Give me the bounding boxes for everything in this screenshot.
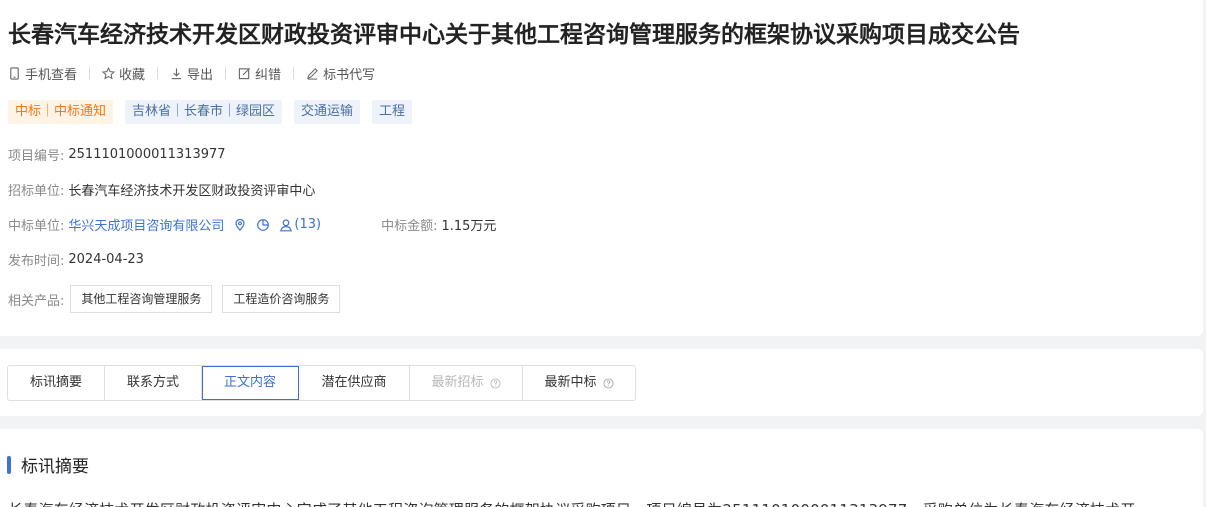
tab-card: 标讯摘要 联系方式 正文内容 潜在供应商 最新招标 最新中标: [0, 349, 1203, 416]
divider: [89, 67, 91, 79]
tenderer-value: 长春汽车经济技术开发区财政投资评审中心: [68, 184, 316, 199]
contacts-count[interactable]: (13): [294, 217, 321, 232]
tab-latest-tenders-label: 最新招标: [431, 375, 484, 390]
help-icon: [489, 377, 501, 389]
winner-label: 中标单位:: [8, 219, 65, 234]
report-error-label: 纠错: [255, 67, 282, 83]
winner-row: 中标单位: 华兴天成项目咨询有限公司 (13) 中标金额: 1.15万元: [8, 215, 496, 234]
summary-text: 长春汽车经济技术开发区财政投资评审中心完成了其他工程咨询管理服务的框架协议采购项…: [8, 499, 1136, 507]
favorite-label: 收藏: [119, 67, 146, 83]
contacts-icon[interactable]: [279, 218, 293, 232]
tab-summary[interactable]: 标讯摘要: [8, 366, 105, 400]
publish-date: 2024-04-23: [68, 252, 144, 267]
publish-label: 发布时间:: [8, 254, 65, 269]
tab-latest-tenders[interactable]: 最新招标: [410, 366, 523, 400]
tag-notice-type[interactable]: 中标｜中标通知: [8, 100, 114, 124]
export-label: 导出: [187, 67, 214, 83]
pen-icon: [307, 67, 318, 80]
mobile-view-button[interactable]: 手机查看: [8, 64, 77, 83]
notice-header-card: 长春汽车经济技术开发区财政投资评审中心关于其他工程咨询管理服务的框架协议采购项目…: [0, 0, 1203, 336]
edit-icon: [238, 67, 251, 79]
download-icon: [171, 67, 182, 79]
section-accent-bar: [7, 455, 11, 474]
tag-category[interactable]: 工程: [372, 100, 413, 124]
products-label: 相关产品:: [8, 293, 65, 309]
tag-industry[interactable]: 交通运输: [294, 100, 361, 124]
product-chip[interactable]: 其他工程咨询管理服务: [70, 285, 213, 313]
tab-bar: 标讯摘要 联系方式 正文内容 潜在供应商 最新招标 最新中标: [7, 365, 636, 401]
summary-heading: 标讯摘要: [7, 452, 89, 477]
project-no-label: 项目编号:: [8, 149, 65, 164]
divider: [293, 67, 295, 79]
summary-card: 标讯摘要 长春汽车经济技术开发区财政投资评审中心完成了其他工程咨询管理服务的框架…: [0, 429, 1203, 507]
bid-writing-button[interactable]: 标书代写: [306, 64, 375, 83]
action-bar: 手机查看 收藏 导出 纠错 标书代写: [8, 64, 375, 83]
project-no-value: 2511101000011313977: [68, 147, 226, 162]
tab-content[interactable]: 正文内容: [202, 366, 299, 400]
publish-row: 发布时间: 2024-04-23: [8, 250, 144, 269]
tab-contact[interactable]: 联系方式: [105, 366, 202, 400]
product-chip[interactable]: 工程造价咨询服务: [222, 285, 341, 313]
winner-link[interactable]: 华兴天成项目咨询有限公司: [68, 215, 224, 234]
products-row: 相关产品: 其他工程咨询管理服务 工程造价咨询服务: [8, 285, 350, 313]
tag-list: 中标｜中标通知 吉林省｜长春市｜绿园区 交通运输 工程: [8, 100, 424, 124]
amount-value: 1.15万元: [441, 219, 497, 234]
report-error-button[interactable]: 纠错: [238, 64, 281, 83]
bid-writing-label: 标书代写: [323, 67, 376, 83]
location-icon[interactable]: [233, 218, 247, 232]
summary-title: 标讯摘要: [21, 457, 89, 477]
tab-suppliers[interactable]: 潜在供应商: [299, 366, 410, 400]
tab-latest-awards[interactable]: 最新中标: [523, 366, 635, 400]
mobile-view-label: 手机查看: [25, 67, 78, 83]
amount-label: 中标金额:: [381, 219, 438, 234]
tag-region[interactable]: 吉林省｜长春市｜绿园区: [125, 100, 283, 124]
product-list: 其他工程咨询管理服务 工程造价咨询服务: [70, 285, 350, 313]
help-icon: [602, 377, 614, 389]
divider: [225, 67, 227, 79]
export-button[interactable]: 导出: [170, 64, 213, 83]
divider: [157, 67, 159, 79]
tab-latest-awards-label: 最新中标: [544, 375, 597, 390]
page-title: 长春汽车经济技术开发区财政投资评审中心关于其他工程咨询管理服务的框架协议采购项目…: [8, 22, 1020, 48]
chart-pie-icon[interactable]: [256, 218, 270, 232]
mobile-icon: [10, 66, 19, 80]
project-no-row: 项目编号: 2511101000011313977: [8, 145, 226, 164]
tenderer-label: 招标单位:: [8, 184, 65, 199]
tenderer-row: 招标单位: 长春汽车经济技术开发区财政投资评审中心: [8, 180, 315, 199]
favorite-button[interactable]: 收藏: [102, 64, 145, 83]
star-icon: [102, 66, 116, 80]
